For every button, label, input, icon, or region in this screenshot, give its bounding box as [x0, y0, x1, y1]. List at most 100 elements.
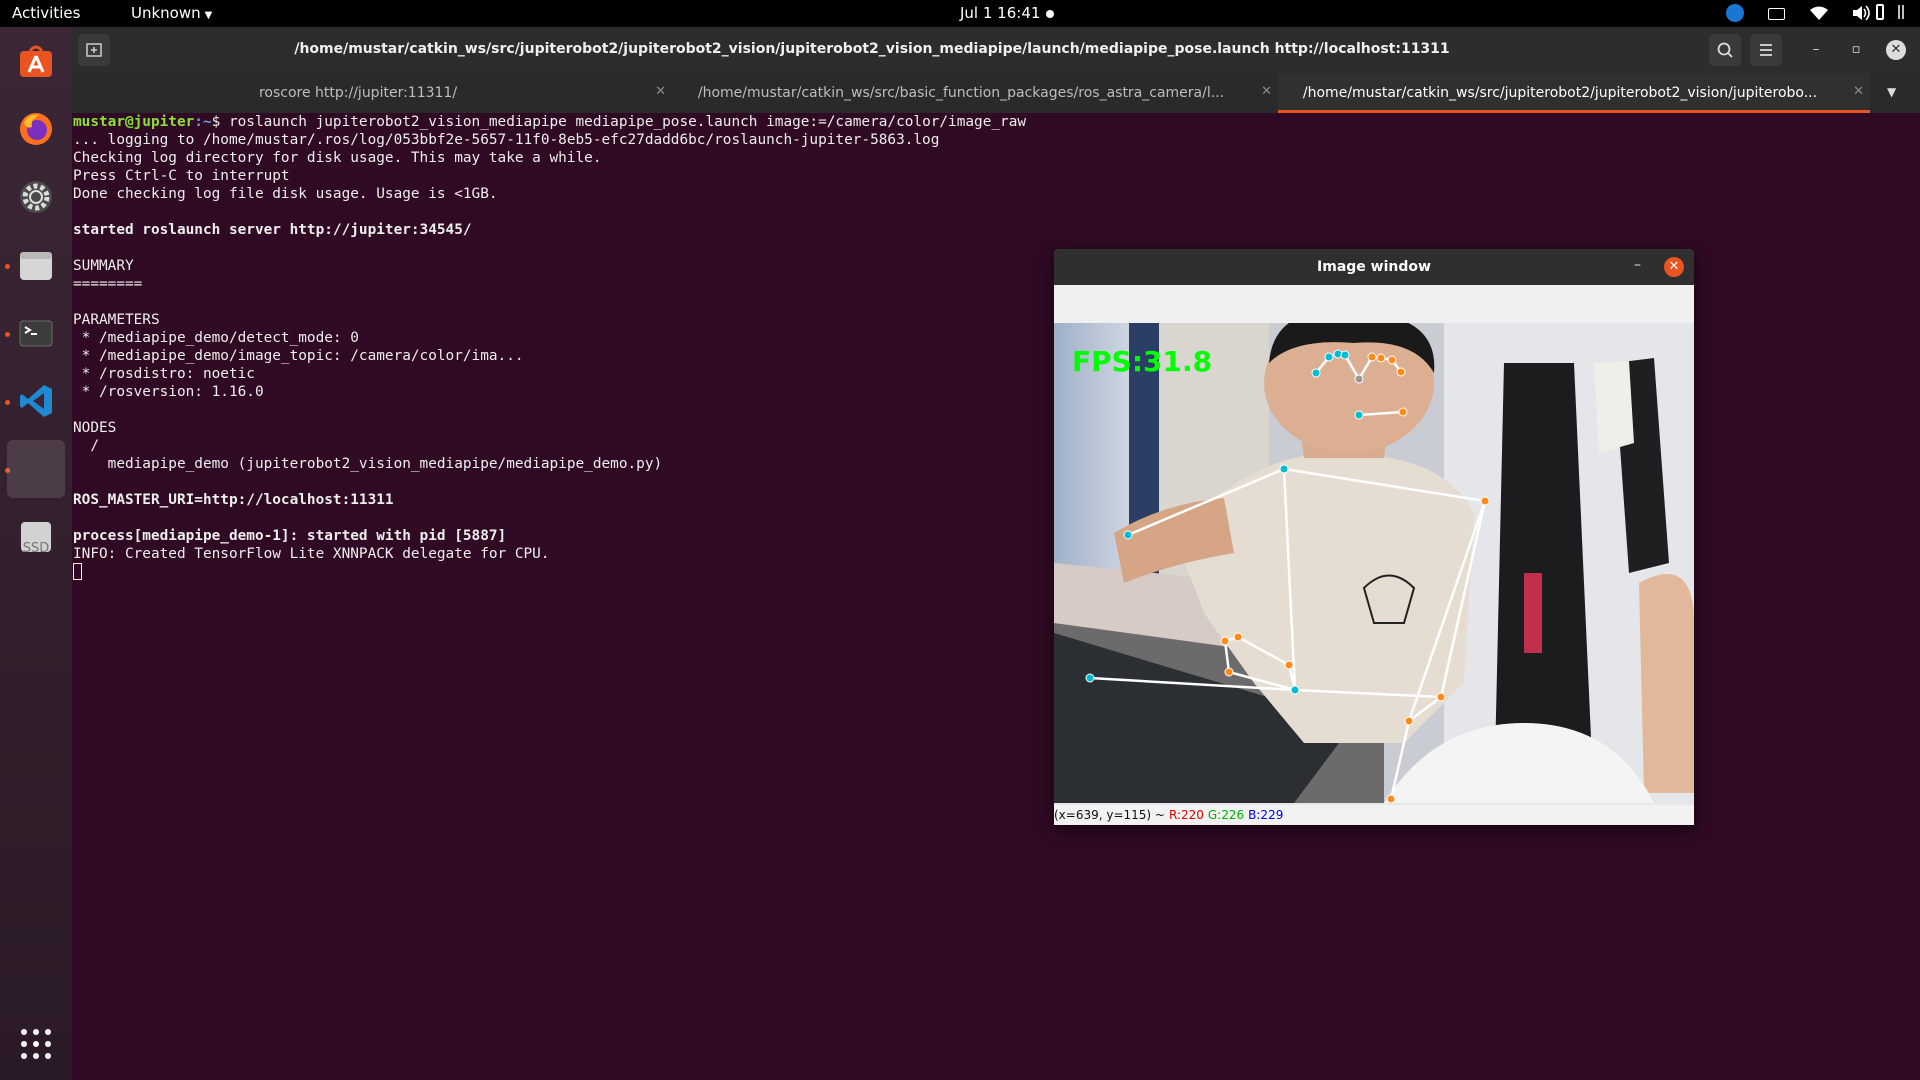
terminal-line: process[mediapipe_demo-1]: started with …: [73, 528, 507, 544]
notification-dot-icon: [1046, 10, 1054, 18]
maximize-button[interactable]: ▫: [1846, 40, 1866, 60]
tab-close-icon[interactable]: ✕: [1261, 84, 1272, 99]
terminal-line: mediapipe_demo (jupiterobot2_vision_medi…: [73, 456, 663, 472]
dock-item-firefox[interactable]: [7, 100, 65, 158]
close-button[interactable]: ✕: [1886, 40, 1906, 60]
person-right-arm: [1639, 574, 1694, 793]
terminal-line: Done checking log file disk usage. Usage…: [73, 186, 498, 202]
command-text: roslaunch jupiterobot2_vision_mediapipe …: [228, 114, 1027, 130]
hanging-shirt: [1594, 361, 1634, 453]
landmark-point-nose: [1354, 374, 1364, 384]
dock-item-vscode[interactable]: [7, 372, 65, 430]
close-icon[interactable]: ✕: [1664, 257, 1684, 277]
drive-label: SSD: [22, 541, 50, 556]
tab-roscore[interactable]: roscore http://jupiter:11311/ ✕: [72, 73, 672, 113]
text-cursor: [73, 563, 82, 580]
wifi-icon[interactable]: [1810, 6, 1828, 24]
landmark-point-left: [1123, 530, 1133, 540]
pixel-red-value: R:220: [1168, 808, 1204, 822]
landmark-point-right: [1387, 355, 1397, 365]
landmark-point-left: [1279, 464, 1289, 474]
landmark-point-right: [1220, 636, 1230, 646]
new-tab-button[interactable]: [78, 34, 110, 66]
restore-icon: ▫: [1851, 42, 1861, 57]
dock-item-ubuntu-software[interactable]: [7, 32, 65, 90]
show-applications-button[interactable]: [7, 1015, 65, 1073]
hamburger-icon: [1760, 44, 1772, 56]
landmark-point-right: [1398, 407, 1408, 417]
caret-down-icon: ▼: [204, 10, 213, 21]
files-folder-icon: [20, 252, 52, 280]
terminal-line: ========: [73, 276, 143, 292]
minimize-icon: –: [1812, 42, 1820, 57]
landmark-point-left: [1354, 410, 1364, 420]
tab-astra-camera[interactable]: /home/mustar/catkin_ws/src/basic_functio…: [672, 73, 1278, 113]
ubuntu-software-icon: [20, 45, 52, 77]
clock[interactable]: Jul 1 16:41: [960, 4, 1040, 22]
tab-close-icon[interactable]: ✕: [1853, 84, 1864, 99]
landmark-point-right: [1284, 660, 1294, 670]
dock-item-terminal[interactable]: [7, 304, 65, 362]
terminal-line: started roslaunch server http://jupiter:…: [73, 222, 472, 238]
tab-mediapipe[interactable]: /home/mustar/catkin_ws/src/jupiterobot2/…: [1278, 73, 1870, 113]
app-menu[interactable]: Unknown ▼: [131, 4, 212, 22]
terminal-line: PARAMETERS: [73, 312, 160, 328]
fps-overlay: FPS:31.8: [1072, 345, 1212, 378]
blank-app-icon: [18, 451, 54, 487]
terminal-line: ... logging to /home/mustar/.ros/log/053…: [73, 132, 940, 148]
landmark-point-right: [1404, 716, 1414, 726]
battery-icon[interactable]: [1876, 4, 1884, 20]
settings-gear-icon: [20, 181, 52, 213]
app-menu-label: Unknown: [131, 4, 201, 22]
tabs-dropdown-icon[interactable]: ▼: [1887, 85, 1896, 99]
tab-bar: roscore http://jupiter:11311/ ✕ /home/mu…: [72, 73, 1920, 113]
terminal-line: Press Ctrl-C to interrupt: [73, 168, 290, 184]
tab-label: /home/mustar/catkin_ws/src/basic_functio…: [697, 85, 1225, 101]
firefox-icon: [20, 113, 52, 145]
dock-item-settings[interactable]: [7, 168, 65, 226]
prompt-user: mustar@jupiter: [73, 114, 195, 130]
pixel-blue-value: B:229: [1248, 808, 1284, 822]
dock-item-image-window[interactable]: [7, 440, 65, 498]
terminal-line: * /mediapipe_demo/detect_mode: 0: [73, 330, 359, 346]
keyboard-icon[interactable]: [1768, 8, 1785, 20]
landmark-point-right: [1480, 496, 1490, 506]
hamburger-menu-button[interactable]: [1750, 34, 1782, 66]
terminal-line: /: [73, 438, 99, 454]
tab-close-icon[interactable]: ✕: [655, 84, 666, 99]
window-title: /home/mustar/catkin_ws/src/jupiterobot2/…: [294, 41, 1450, 57]
activities-button[interactable]: Activities: [12, 4, 80, 22]
dock-item-files[interactable]: [7, 236, 65, 294]
terminal-line: * /mediapipe_demo/image_topic: /camera/c…: [73, 348, 524, 364]
landmark-point-left: [1340, 350, 1350, 360]
teamviewer-icon[interactable]: [1726, 4, 1744, 22]
new-tab-icon: [86, 43, 102, 57]
landmark-point-left: [1290, 685, 1300, 695]
image-window[interactable]: Image window – ✕ FPS:31.8 (x=639, y=115)…: [1054, 249, 1694, 825]
terminal-line: INFO: Created TensorFlow Lite XNNPACK de…: [73, 546, 550, 562]
prompt-path: :~: [194, 114, 212, 130]
landmark-point-right: [1367, 352, 1377, 362]
power-icon[interactable]: [1896, 3, 1906, 21]
terminal-line: SUMMARY: [73, 258, 134, 274]
landmark-point-right: [1436, 692, 1446, 702]
landmark-point-left: [1324, 352, 1334, 362]
minimize-icon[interactable]: –: [1634, 257, 1641, 273]
terminal-line: Checking log directory for disk usage. T…: [73, 150, 602, 166]
dock-item-ssd[interactable]: SSD: [7, 508, 65, 566]
terminal-line: NODES: [73, 420, 117, 436]
top-bar: Activities Unknown ▼ Jul 1 16:41: [0, 0, 1920, 27]
minimize-button[interactable]: –: [1806, 40, 1826, 60]
camera-frame[interactable]: FPS:31.8: [1054, 323, 1694, 803]
terminal-line: * /rosdistro: noetic: [73, 366, 255, 382]
vscode-icon: [20, 385, 52, 417]
command-line: mustar@jupiter:~$ roslaunch jupiterobot2…: [73, 113, 1026, 131]
dock: SSD: [0, 27, 72, 1080]
close-icon: ✕: [1890, 42, 1902, 57]
tab-label: roscore http://jupiter:11311/: [258, 85, 458, 101]
volume-icon[interactable]: [1852, 4, 1870, 22]
landmark-point-right: [1233, 632, 1243, 642]
image-window-toolbar: [1054, 285, 1694, 323]
search-button[interactable]: [1709, 34, 1741, 66]
image-window-header[interactable]: Image window – ✕: [1054, 249, 1694, 285]
